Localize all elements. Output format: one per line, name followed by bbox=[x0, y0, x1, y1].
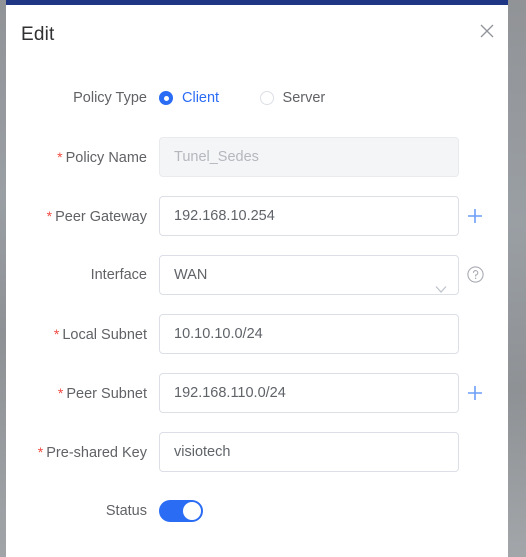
peer-subnet-input[interactable] bbox=[159, 373, 459, 413]
radio-option-server[interactable]: Server bbox=[259, 78, 326, 118]
form-row-local-subnet: * Local Subnet bbox=[6, 314, 508, 373]
edit-policy-dialog: Edit Policy Type Client Server * Policy … bbox=[6, 0, 508, 557]
required-asterisk: * bbox=[46, 208, 53, 224]
radio-label-client: Client bbox=[182, 90, 220, 106]
required-asterisk: * bbox=[57, 385, 64, 401]
close-icon[interactable] bbox=[473, 17, 501, 45]
policy-form: Policy Type Client Server *Policy Name bbox=[6, 78, 508, 550]
required-asterisk: * bbox=[53, 326, 60, 342]
label-peer-subnet: * Peer Subnet bbox=[6, 373, 147, 414]
chevron-down-icon bbox=[435, 271, 447, 294]
label-peer-gateway-text: Peer Gateway bbox=[55, 209, 147, 225]
form-row-policy-type: Policy Type Client Server bbox=[6, 78, 508, 137]
radio-option-client[interactable]: Client bbox=[159, 78, 219, 118]
field-wrap-peer-gateway bbox=[159, 196, 459, 236]
status-toggle-knob bbox=[183, 502, 201, 520]
label-policy-type: Policy Type bbox=[6, 78, 147, 118]
form-row-interface: Interface WAN bbox=[6, 255, 508, 314]
required-asterisk: * bbox=[57, 149, 63, 165]
form-row-peer-subnet: * Peer Subnet bbox=[6, 373, 508, 432]
label-pre-shared-key: * Pre-shared Key bbox=[6, 432, 147, 473]
policy-type-radio-group: Client Server bbox=[159, 78, 361, 118]
label-local-subnet-text: Local Subnet bbox=[62, 327, 147, 343]
form-row-peer-gateway: * Peer Gateway bbox=[6, 196, 508, 255]
dialog-top-accent-bar bbox=[6, 0, 508, 5]
label-status-text: Status bbox=[105, 503, 147, 519]
interface-select[interactable]: WAN bbox=[159, 255, 459, 295]
label-policy-name-text: Policy Name bbox=[65, 150, 147, 166]
radio-label-server: Server bbox=[282, 90, 326, 106]
form-row-pre-shared-key: * Pre-shared Key bbox=[6, 432, 508, 491]
label-status: Status bbox=[6, 491, 147, 531]
label-local-subnet: * Local Subnet bbox=[6, 314, 147, 355]
status-toggle[interactable] bbox=[159, 500, 203, 522]
radio-circle-icon bbox=[159, 91, 173, 105]
field-wrap-interface: WAN bbox=[159, 255, 459, 295]
interface-select-value: WAN bbox=[174, 267, 208, 283]
field-wrap-policy-name bbox=[159, 137, 459, 177]
background-page-right-edge bbox=[508, 0, 526, 557]
peer-gateway-input[interactable] bbox=[159, 196, 459, 236]
label-policy-name: * Policy Name bbox=[6, 137, 147, 178]
help-circle-icon[interactable] bbox=[467, 266, 484, 283]
dialog-title: Edit bbox=[21, 24, 55, 45]
label-pre-shared-key-text: Pre-shared Key bbox=[46, 445, 147, 461]
form-row-policy-name: * Policy Name bbox=[6, 137, 508, 196]
label-peer-gateway: * Peer Gateway bbox=[6, 196, 147, 237]
plus-icon[interactable] bbox=[466, 207, 484, 225]
label-interface: Interface bbox=[6, 255, 147, 295]
label-peer-subnet-text: Peer Subnet bbox=[66, 386, 147, 402]
pre-shared-key-input[interactable] bbox=[159, 432, 459, 472]
label-policy-type-text: Policy Type bbox=[73, 90, 147, 106]
plus-icon[interactable] bbox=[466, 384, 484, 402]
field-wrap-local-subnet bbox=[159, 314, 459, 354]
radio-circle-icon bbox=[259, 91, 274, 105]
form-row-status: Status bbox=[6, 491, 508, 550]
field-wrap-peer-subnet bbox=[159, 373, 459, 413]
required-asterisk: * bbox=[37, 444, 44, 460]
policy-name-input bbox=[159, 137, 459, 177]
field-wrap-pre-shared-key bbox=[159, 432, 459, 472]
label-interface-text: Interface bbox=[90, 267, 147, 283]
local-subnet-input[interactable] bbox=[159, 314, 459, 354]
